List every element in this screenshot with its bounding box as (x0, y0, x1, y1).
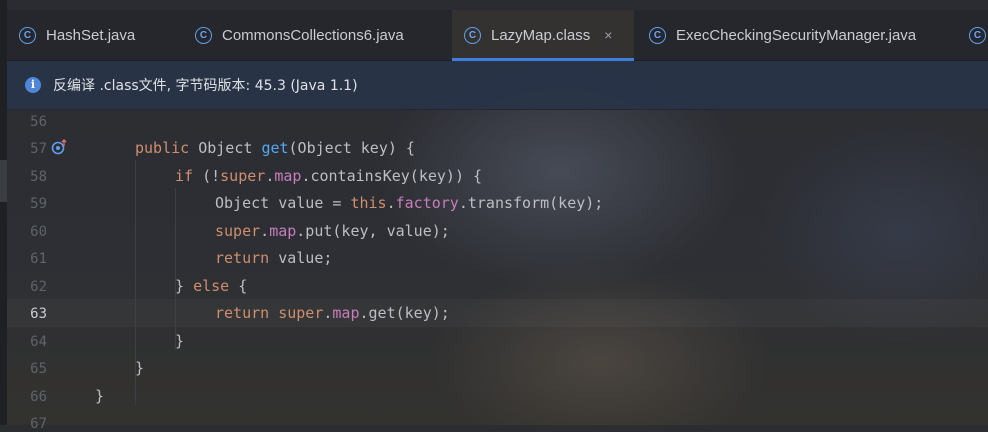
line-number: 60 (30, 224, 47, 240)
line-number: 56 (30, 114, 47, 130)
code-line-61: return value; (215, 249, 333, 267)
keyword-public: public (135, 139, 190, 157)
tab-hashset[interactable]: C HashSet.java (7, 10, 179, 60)
line-number: 58 (30, 169, 47, 185)
code-line-65: } (135, 359, 145, 377)
tab-label: LazyMap.class (491, 26, 591, 44)
left-tool-strip (0, 0, 7, 425)
keyword-super: super (220, 167, 266, 185)
line-number: 61 (30, 251, 47, 267)
line-number: 65 (30, 361, 47, 377)
code-editor[interactable]: 56 57 58 59 60 61 62 63 64 65 66 67 publ… (7, 110, 988, 432)
tab-overflow[interactable]: C (969, 10, 988, 60)
field-map: map (274, 167, 302, 185)
line-number: 57 (30, 141, 47, 157)
line-number: 67 (30, 416, 47, 432)
keyword-return: return (215, 304, 270, 322)
java-class-icon: C (195, 26, 212, 44)
field-map: map (269, 222, 297, 240)
java-class-icon: C (464, 26, 481, 44)
line-number: 62 (30, 279, 47, 295)
line-number: 59 (30, 196, 47, 212)
keyword-super: super (278, 304, 324, 322)
code-line-62: } else { (175, 277, 248, 295)
code-line-60: super.map.put(key, value); (215, 222, 450, 240)
code-line-64: } (175, 332, 185, 350)
overrides-method-icon[interactable] (51, 139, 67, 155)
close-icon[interactable]: × (604, 27, 612, 43)
editor-tab-bar: C HashSet.java C CommonsCollections6.jav… (7, 10, 988, 61)
tab-exec-checking-security-manager[interactable]: C ExecCheckingSecurityManager.java (637, 10, 967, 60)
tab-label: HashSet.java (46, 26, 136, 44)
keyword-else: else (193, 277, 230, 295)
code-line-63: return super.map.get(key); (215, 304, 450, 322)
banner-message: 反编译 .class文件, 字节码版本: 45.3 (Java 1.1) (53, 78, 358, 94)
java-class-icon: C (649, 26, 666, 44)
code-line-58: if (!super.map.containsKey(key)) { (175, 167, 483, 185)
code-line-57: public Object get(Object key) { (135, 139, 415, 157)
java-class-icon: C (19, 26, 36, 44)
tab-commons-collections6[interactable]: C CommonsCollections6.java (183, 10, 451, 60)
tab-label: ExecCheckingSecurityManager.java (676, 26, 917, 44)
keyword-return: return (215, 249, 270, 267)
keyword-this: this (350, 194, 387, 212)
keyword-super: super (215, 222, 261, 240)
line-number: 66 (30, 389, 47, 405)
field-factory: factory (395, 194, 459, 212)
java-class-icon: C (969, 26, 986, 44)
tab-lazymap[interactable]: C LazyMap.class × (452, 10, 634, 61)
tool-strip-marker (0, 160, 7, 202)
keyword-if: if (175, 167, 194, 185)
method-get: get (261, 139, 289, 157)
field-map: map (332, 304, 360, 322)
tab-label: CommonsCollections6.java (222, 26, 404, 44)
line-number: 64 (30, 334, 47, 350)
code-line-59: Object value = this.factory.transform(ke… (215, 194, 604, 212)
info-icon: i (25, 77, 41, 93)
line-number-current: 63 (30, 306, 47, 322)
decompiled-info-banner: i 反编译 .class文件, 字节码版本: 45.3 (Java 1.1) (7, 61, 988, 110)
code-line-66: } (95, 387, 105, 405)
